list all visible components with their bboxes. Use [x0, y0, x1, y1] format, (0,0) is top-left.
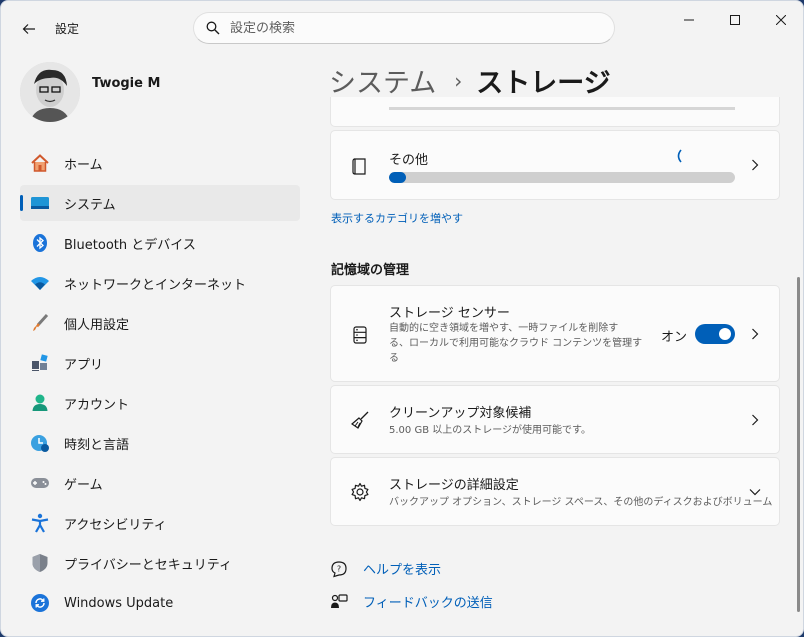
minimize-icon [684, 19, 694, 21]
get-help-label: ヘルプを表示 [363, 563, 442, 578]
sidebar-item-label: アプリ [64, 357, 104, 373]
update-icon [29, 592, 51, 614]
sidebar-item-bluetooth[interactable]: Bluetooth とデバイス [20, 225, 300, 261]
sidebar-item-label: 時刻と言語 [64, 437, 130, 453]
storage-sense-desc-line2: る、ローカルで利用可能なクラウド コンテンツを管理す [389, 338, 643, 349]
sidebar-item-label: ネットワークとインターネット [64, 277, 247, 293]
storage-other-title: その他 [389, 153, 429, 168]
minimize-button[interactable] [666, 1, 712, 39]
chevron-right-icon [749, 414, 761, 426]
wifi-icon [29, 272, 51, 294]
partial-progress-bar [389, 107, 735, 110]
advanced-storage-settings-card[interactable]: ストレージの詳細設定 バックアップ オプション、ストレージ スペース、その他のデ… [330, 457, 780, 526]
sidebar-item-label: システム [64, 197, 116, 213]
bluetooth-icon [29, 232, 51, 254]
sidebar-item-apps[interactable]: アプリ [20, 345, 300, 381]
title-bar: 設定 [1, 1, 803, 55]
breadcrumb-parent[interactable]: システム [329, 61, 436, 100]
scrollbar[interactable] [797, 277, 800, 612]
sidebar-item-label: Bluetooth とデバイス [64, 237, 196, 253]
document-icon [349, 155, 371, 177]
storage-other-progress-fill [389, 172, 407, 183]
storage-sense-title: ストレージ センサー [389, 306, 510, 321]
sidebar-item-time-language[interactable]: 時刻と言語 [20, 425, 300, 461]
feedback-icon [331, 593, 348, 608]
cleanup-title: クリーンアップ対象候補 [389, 406, 532, 421]
sidebar-item-label: プライバシーとセキュリティ [64, 557, 232, 573]
cleanup-recommendations-card[interactable]: クリーンアップ対象候補 5.00 GB 以上のストレージが使用可能です。 [330, 385, 780, 454]
search-box[interactable] [193, 12, 615, 44]
page-title: ストレージ [476, 68, 611, 99]
brush-icon [29, 312, 51, 334]
storage-category-card-partial[interactable] [330, 97, 780, 127]
give-feedback-label: フィードバックの送信 [363, 596, 493, 611]
maximize-button[interactable] [712, 1, 758, 39]
storage-sense-desc-line1: 自動的に空き領域を増やす、一時ファイルを削除す [389, 323, 619, 334]
storage-sense-toggle[interactable] [695, 324, 735, 344]
storage-other-card[interactable]: その他 [330, 130, 780, 200]
cleanup-desc: 5.00 GB 以上のストレージが使用可能です。 [389, 425, 592, 436]
sidebar-item-network[interactable]: ネットワークとインターネット [20, 265, 300, 301]
sidebar-item-personalization[interactable]: 個人用設定 [20, 305, 300, 341]
sidebar-item-label: 個人用設定 [64, 317, 130, 333]
apps-icon [29, 352, 51, 374]
chevron-right-icon [749, 159, 761, 171]
give-feedback-link[interactable]: フィードバックの送信 [330, 592, 493, 611]
sidebar-item-label: Windows Update [64, 595, 174, 611]
close-icon [776, 15, 786, 25]
close-button[interactable] [758, 1, 803, 39]
get-help-link[interactable]: ? ヘルプを表示 [330, 559, 441, 578]
sidebar-item-label: アカウント [64, 397, 130, 413]
system-icon [29, 192, 51, 214]
shield-icon [29, 552, 51, 574]
chevron-right-icon [749, 328, 761, 340]
sidebar-nav: ホーム システム Bluetooth とデバイス ネットワークとインターネット … [20, 145, 300, 625]
storage-sense-toggle-label: オン [661, 330, 688, 345]
breadcrumb: システム › ストレージ [329, 61, 611, 100]
show-more-categories-link[interactable]: 表示するカテゴリを増やす [331, 210, 463, 226]
broom-icon [349, 409, 371, 431]
storage-other-progress [389, 172, 735, 183]
sidebar-item-gaming[interactable]: ゲーム [20, 465, 300, 501]
advanced-storage-title: ストレージの詳細設定 [389, 478, 519, 493]
loading-spinner-icon [674, 148, 684, 164]
maximize-icon [730, 15, 740, 25]
sidebar-item-accounts[interactable]: アカウント [20, 385, 300, 421]
section-heading-management: 記憶域の管理 [331, 263, 410, 278]
search-icon [206, 21, 220, 35]
help-chat-icon: ? [331, 560, 347, 577]
avatar[interactable] [20, 62, 80, 122]
profile-name: Twogie M [92, 76, 161, 91]
storage-sense-card[interactable]: ストレージ センサー 自動的に空き領域を増やす、一時ファイルを削除す る、ローカ… [330, 285, 780, 382]
account-icon [29, 392, 51, 414]
gear-icon [349, 481, 371, 503]
sidebar-item-home[interactable]: ホーム [20, 145, 300, 181]
sidebar-item-label: ゲーム [64, 477, 103, 493]
sidebar-item-privacy[interactable]: プライバシーとセキュリティ [20, 545, 300, 581]
storage-sense-desc-line3: る [389, 353, 399, 364]
back-arrow-icon [22, 24, 35, 34]
sidebar-item-windows-update[interactable]: Windows Update [20, 585, 300, 621]
accessibility-icon [29, 512, 51, 534]
home-icon [29, 152, 51, 174]
server-icon [349, 324, 371, 346]
back-button[interactable] [17, 17, 41, 41]
sidebar-item-accessibility[interactable]: アクセシビリティ [20, 505, 300, 541]
breadcrumb-separator: › [454, 68, 463, 93]
gamepad-icon [29, 472, 51, 494]
settings-window: 設定 Twogie M [0, 0, 804, 637]
search-input[interactable] [230, 20, 590, 36]
svg-text:?: ? [337, 564, 341, 573]
chevron-down-icon [749, 486, 761, 498]
sidebar-item-label: ホーム [64, 157, 103, 173]
user-photo-icon [20, 62, 80, 122]
app-title: 設定 [55, 22, 80, 36]
sidebar-item-label: アクセシビリティ [64, 517, 167, 533]
time-language-icon [29, 432, 51, 454]
sidebar-item-system[interactable]: システム [20, 185, 300, 221]
advanced-storage-desc: バックアップ オプション、ストレージ スペース、その他のディスクおよびボリューム [389, 497, 773, 508]
